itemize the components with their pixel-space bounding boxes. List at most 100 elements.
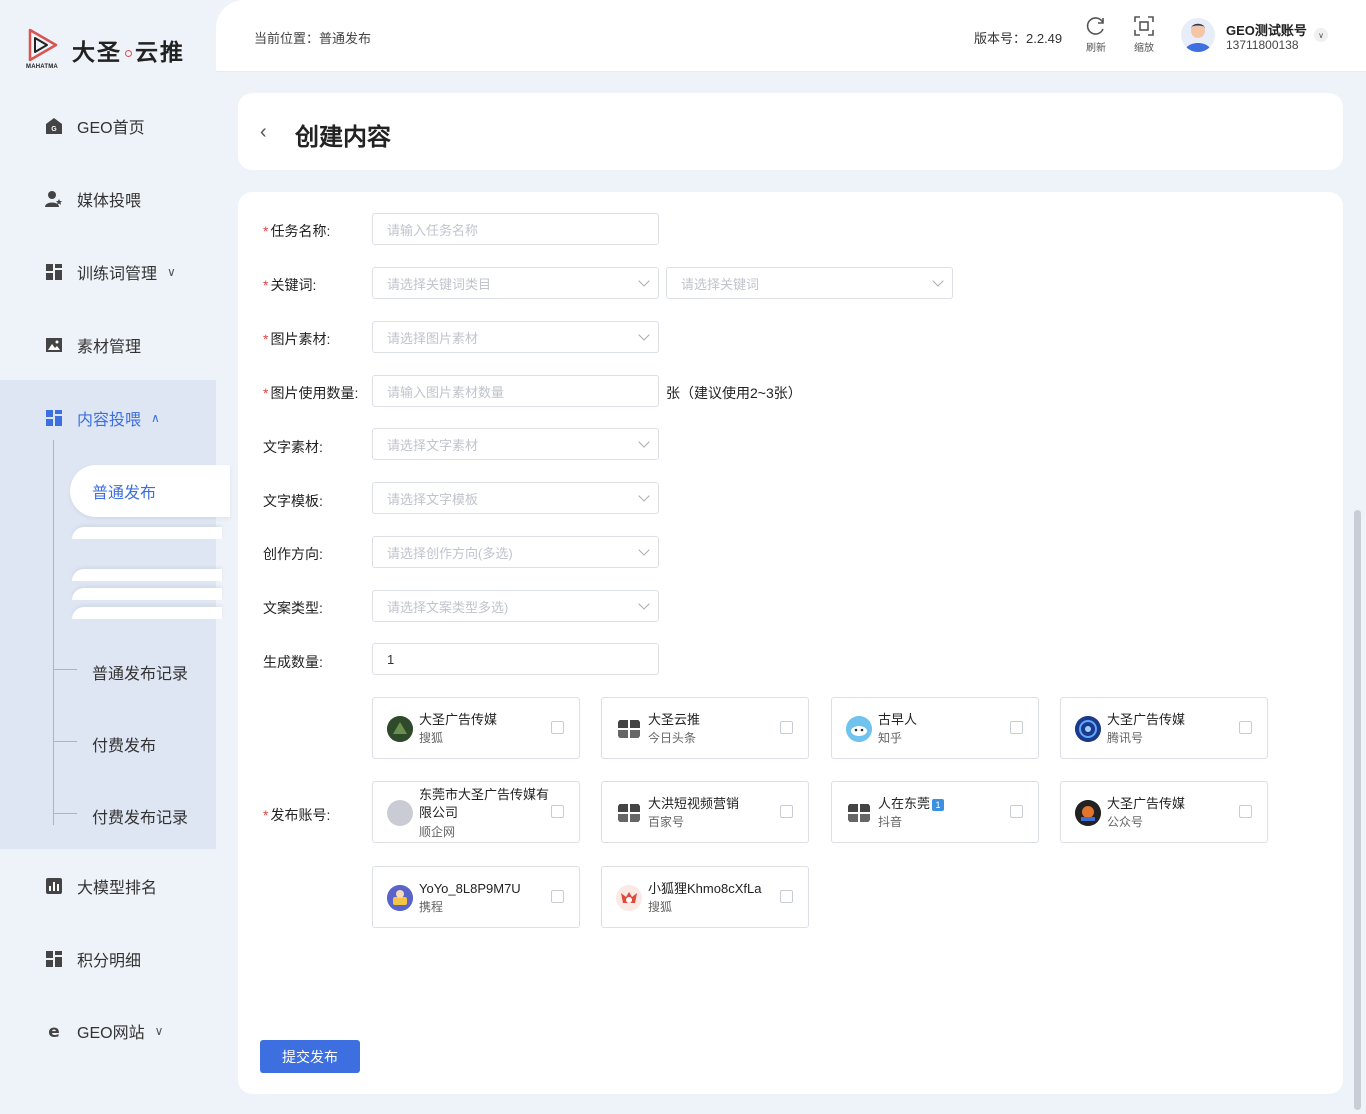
label-text: 图片使用数量: [270,385,359,401]
account-name: 古早人 [878,712,918,727]
bar-chart-icon [44,876,64,896]
account-checkbox[interactable] [780,721,793,734]
sub-item-label: 普通发布 [92,485,157,502]
nav-media-feed[interactable]: 媒体投喂 [0,179,216,219]
chevron-down-icon: ∨ [167,265,176,279]
account-name: YoYo_8L8P9M7U [419,881,521,896]
fullscreen-icon [1134,16,1154,36]
image-icon [44,335,64,355]
account-name: 大圣广告传媒 [1107,796,1186,811]
nav-label: 内容投喂 [77,412,142,429]
chevron-down-icon [638,544,650,556]
account-card[interactable]: 东莞市大圣广告传媒有限公司 顺企网 [372,781,580,843]
sub-item-paid-publish[interactable]: 付费发布 [92,732,156,756]
keyword-select[interactable]: 请选择关键词 [666,267,953,299]
nav-geo-home[interactable]: G GEO首页 [0,106,216,146]
account-checkbox[interactable] [551,721,564,734]
account-checkbox[interactable] [551,890,564,903]
select-placeholder: 请选择创作方向(多选) [387,545,513,561]
avatar-icon [1185,23,1211,52]
zoom-button[interactable]: 缩放 [1126,15,1162,57]
tree-line [53,440,54,825]
account-card[interactable]: 小狐狸Khmo8cXfLa 搜狐 [601,866,809,928]
nav-geo-site[interactable]: e GEO网站 ∨ [0,1011,216,1051]
select-placeholder: 请选择图片素材 [387,330,479,346]
publish-accounts-label: * 发布账号: [263,805,330,825]
account-card[interactable]: 古早人 知乎 [831,697,1039,759]
account-name-text: 人在东莞 [878,796,931,811]
page-scrollbar[interactable] [1354,510,1361,1110]
account-checkbox[interactable] [1239,805,1252,818]
logo-sub: MAHATMA [26,64,58,70]
tree-tick [53,813,77,814]
text-template-label: 文字模板: [263,493,323,509]
account-card[interactable]: 大洪短视频营销 百家号 [601,781,809,843]
account-checkbox[interactable] [1010,721,1023,734]
account-avatar [846,716,872,742]
account-platform: 顺企网 [419,825,456,839]
submit-publish-button[interactable]: 提交发布 [260,1040,360,1073]
user-star-icon [44,189,64,209]
image-material-select[interactable]: 请选择图片素材 [372,321,659,353]
account-platform: 搜狐 [648,900,673,914]
keyword-label: * 关键词: [263,275,316,295]
nav-label: 媒体投喂 [77,193,142,210]
account-name: 大圣广告传媒 [1107,712,1186,727]
breadcrumb: 当前位置：普通发布 [254,31,372,46]
text-material-select[interactable]: 请选择文字素材 [372,428,659,460]
required-asterisk: * [263,223,269,239]
nav-training-words[interactable]: 训练词管理 ∨ [0,252,216,292]
account-checkbox[interactable] [780,890,793,903]
user-avatar[interactable] [1181,18,1215,52]
gen-count-input[interactable]: 1 [372,643,659,675]
brand-name: 大圣 云推 [72,33,185,67]
account-card[interactable]: 大圣广告传媒 腾讯号 [1060,697,1268,759]
sub-item-paid-publish-record[interactable]: 付费发布记录 [92,804,188,828]
account-card[interactable]: YoYo_8L8P9M7U 携程 [372,866,580,928]
nav-materials[interactable]: 素材管理 [0,325,216,365]
account-avatar [387,800,413,826]
chevron-down-icon [638,598,650,610]
account-card[interactable]: 人在东莞 1 抖音 [831,781,1039,843]
creation-direction-select[interactable]: 请选择创作方向(多选) [372,536,659,568]
ie-icon: e [44,1021,64,1041]
refresh-button[interactable]: 刷新 [1078,15,1114,57]
creation-direction-label: 创作方向: [263,546,323,562]
account-card[interactable]: 大圣广告传媒 搜狐 [372,697,580,759]
nav-points-detail[interactable]: 积分明细 [0,939,216,979]
account-checkbox[interactable] [780,805,793,818]
back-arrow-icon[interactable]: ‹ [260,121,267,144]
account-checkbox[interactable] [1010,805,1023,818]
top-header: 当前位置：普通发布 版本号：2.2.49 刷新 缩放 GEO测试账号 13711… [216,0,1366,72]
select-placeholder: 请选择关键词 [681,276,760,292]
account-platform: 知乎 [878,731,903,745]
account-checkbox[interactable] [1239,721,1252,734]
account-platform: 携程 [419,900,444,914]
copy-type-select[interactable]: 请选择文案类型多选) [372,590,659,622]
keyword-category-select[interactable]: 请选择关键词类目 [372,267,659,299]
play-logo-icon [28,28,58,62]
text-template-select[interactable]: 请选择文字模板 [372,482,659,514]
svg-text:G: G [51,126,57,133]
account-card[interactable]: 大圣云推 今日头条 [601,697,809,759]
chevron-down-icon[interactable]: ∨ [1314,28,1328,42]
account-avatar [846,800,872,826]
zoom-label: 缩放 [1134,43,1154,54]
user-name[interactable]: GEO测试账号 [1226,20,1307,39]
required-asterisk: * [263,385,269,401]
required-asterisk: * [263,807,269,823]
nav-content-feed[interactable]: 内容投喂 ∧ [0,398,216,438]
image-count-input[interactable]: 请输入图片素材数量 [372,375,659,407]
account-avatar [616,885,642,911]
task-name-input[interactable]: 请输入任务名称 [372,213,659,245]
account-checkbox[interactable] [551,805,564,818]
sub-item-normal-publish[interactable]: 普通发布 [70,465,230,517]
sub-item-normal-publish-record[interactable]: 普通发布记录 [92,660,188,684]
label-text: 发布账号: [270,807,331,823]
create-content-form: * 任务名称: 请输入任务名称 * 关键词: 请选择关键词类目 请选择关键词 * 图片… [238,192,1343,1094]
logo: MAHATMA 大圣 云推 [26,28,185,72]
nav-model-ranking[interactable]: 大模型排名 [0,866,216,906]
sidebar: MAHATMA 大圣 云推 G GEO首页 媒体投喂 训练词管理 ∨ 素材管理 内… [0,0,230,1114]
account-name: 大洪短视频营销 [648,796,740,811]
account-card[interactable]: 大圣广告传媒 公众号 [1060,781,1268,843]
